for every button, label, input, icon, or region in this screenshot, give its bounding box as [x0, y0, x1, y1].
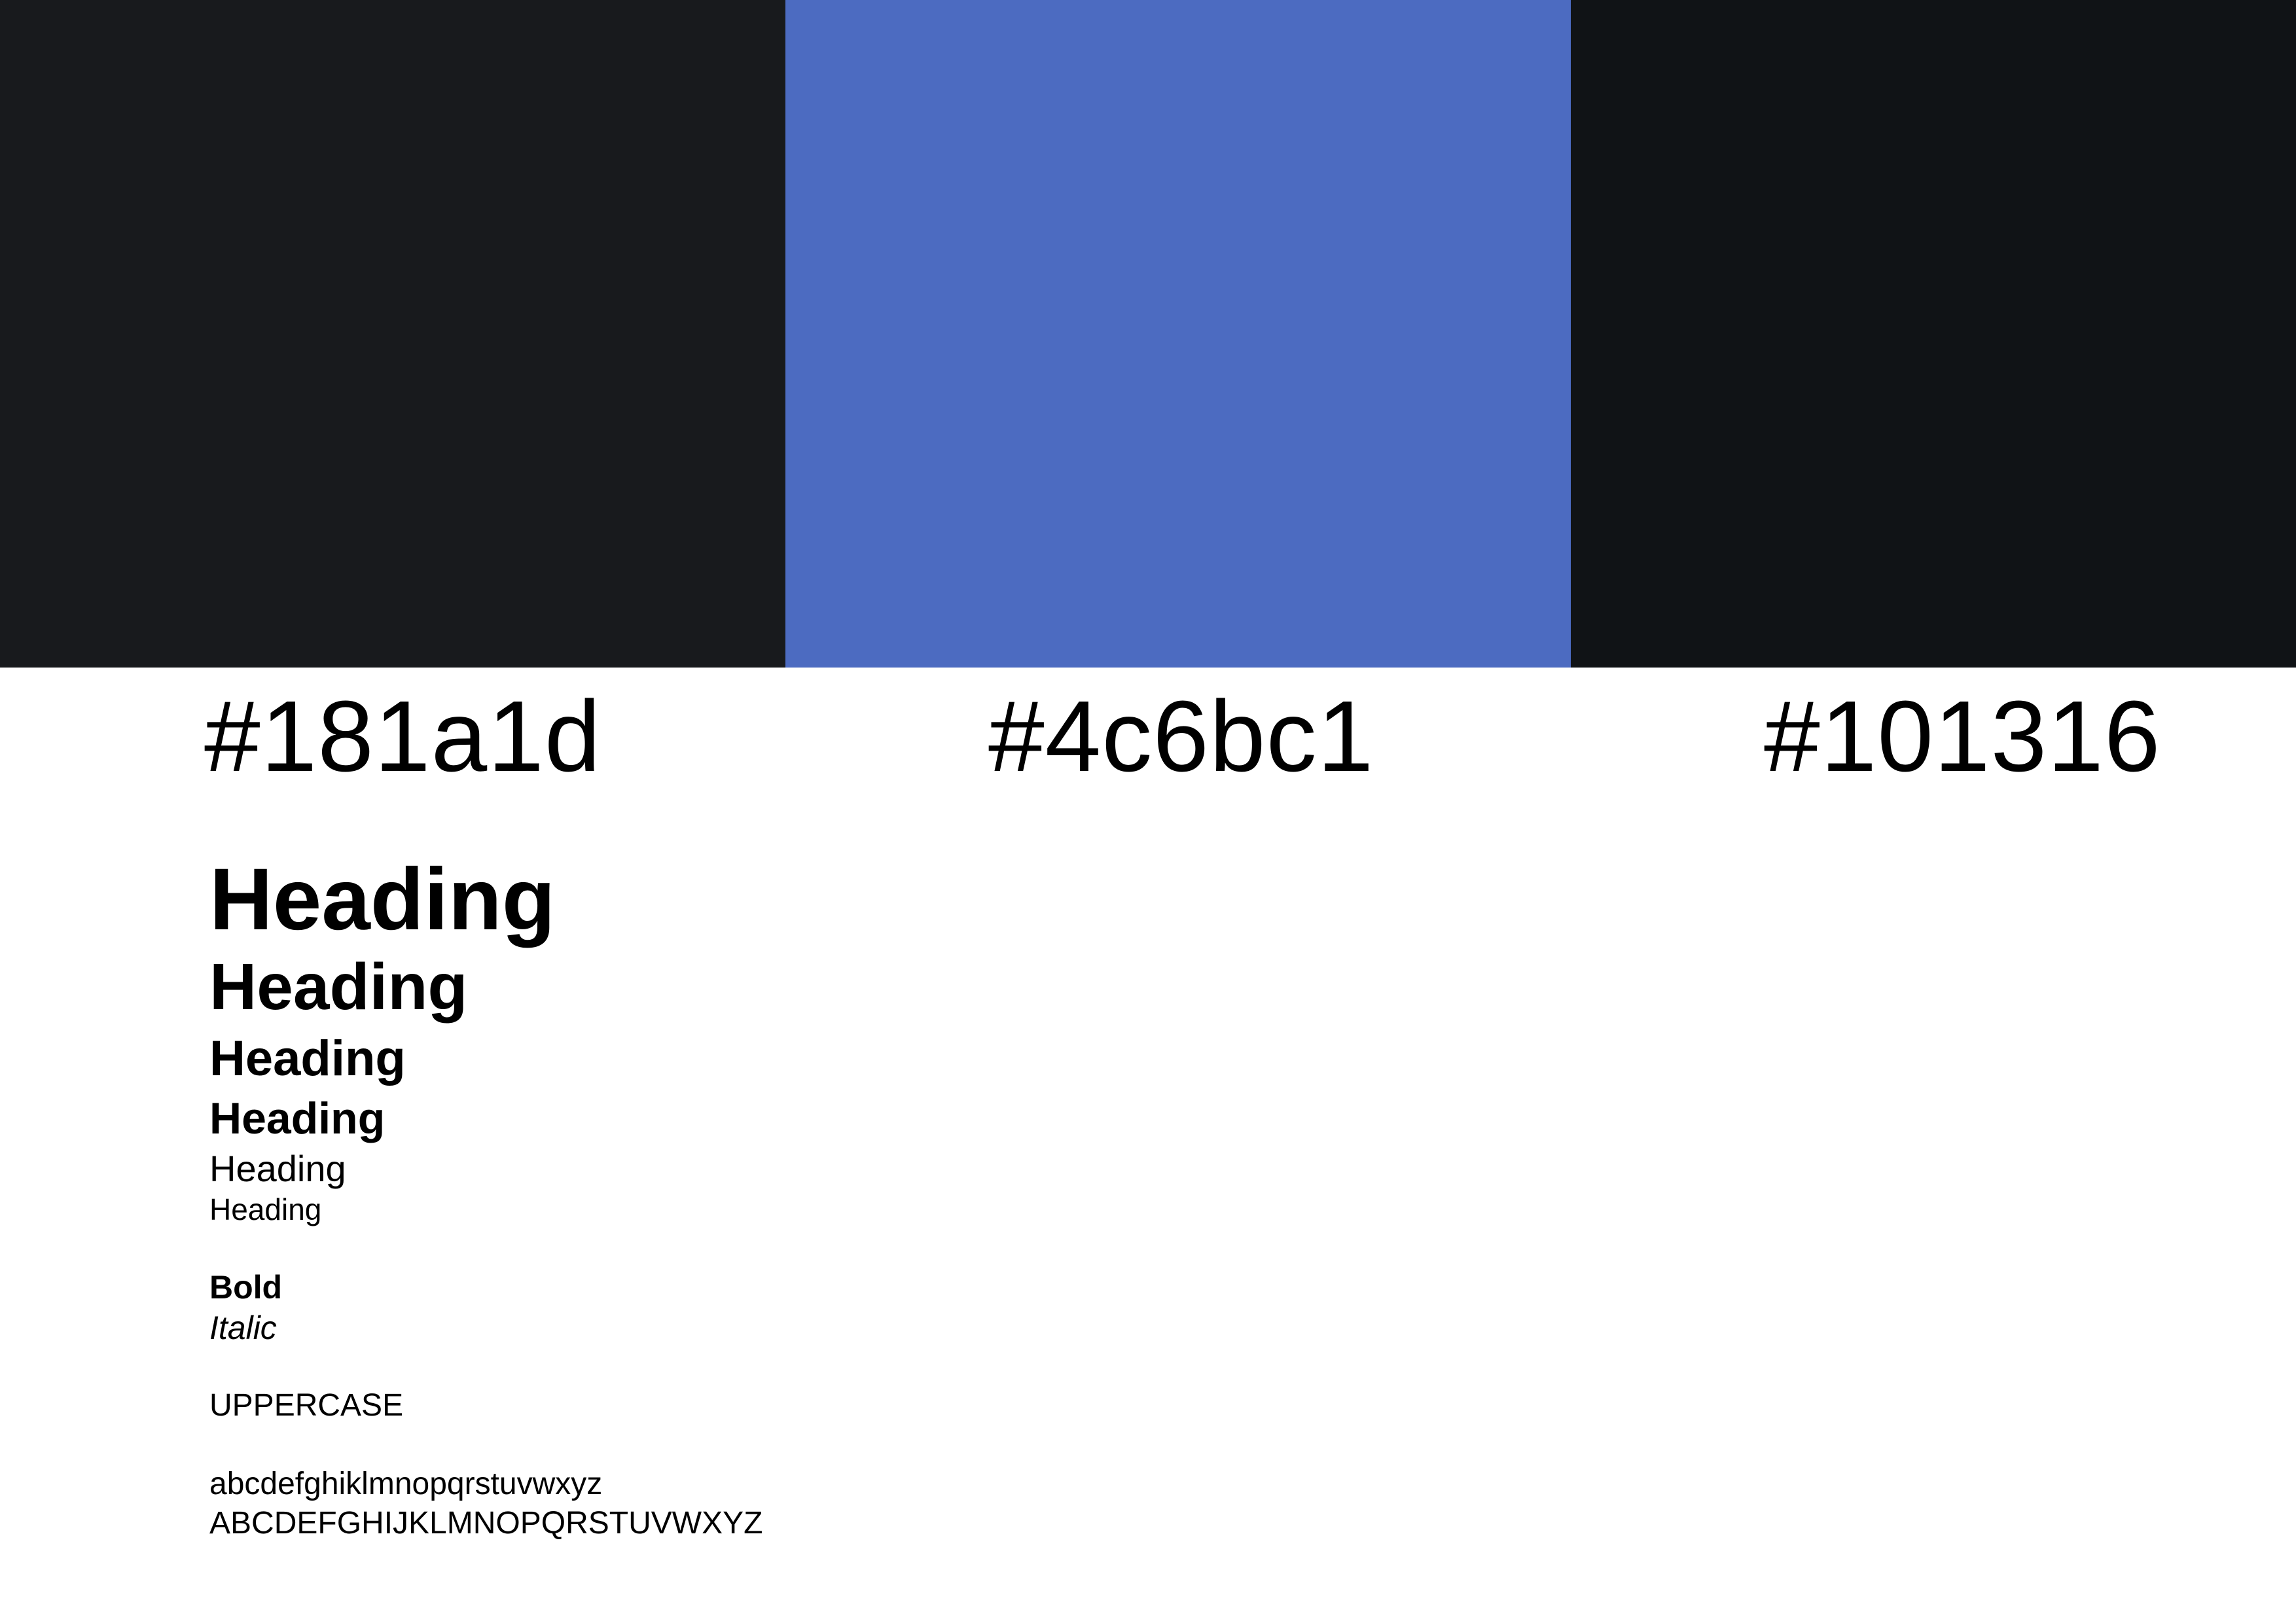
swatch-darkest [1571, 0, 2296, 668]
brand-palette-sheet: #181a1d #4c6bc1 #101316 Heading Heading … [0, 0, 2296, 1623]
italic-sample: Italic [209, 1310, 277, 1346]
heading-3-sample: Heading [209, 1031, 406, 1086]
uppercase-alphabet: ABCDEFGHIJKLMNOPQRSTUVWXYZ [209, 1506, 763, 1541]
heading-4-sample: Heading [209, 1094, 386, 1143]
heading-5-sample: Heading [209, 1148, 346, 1189]
heading-6-sample: Heading [209, 1192, 322, 1226]
uppercase-sample: UPPERCASE [209, 1388, 404, 1423]
hex-label-1: #181a1d [204, 680, 601, 793]
swatch-dark [0, 0, 785, 668]
heading-2-sample: Heading [209, 950, 468, 1024]
heading-1-sample: Heading [209, 851, 556, 948]
swatch-blue [785, 0, 1571, 668]
bold-sample: Bold [209, 1269, 283, 1306]
color-swatches [0, 0, 2296, 668]
lowercase-alphabet: abcdefghiklmnopqrstuvwxyz [209, 1467, 603, 1501]
type-specimen: Heading Heading Heading Heading Heading … [209, 851, 1388, 1543]
hex-label-3: #101316 [1764, 680, 2161, 793]
hex-label-2: #4c6bc1 [988, 680, 1374, 793]
